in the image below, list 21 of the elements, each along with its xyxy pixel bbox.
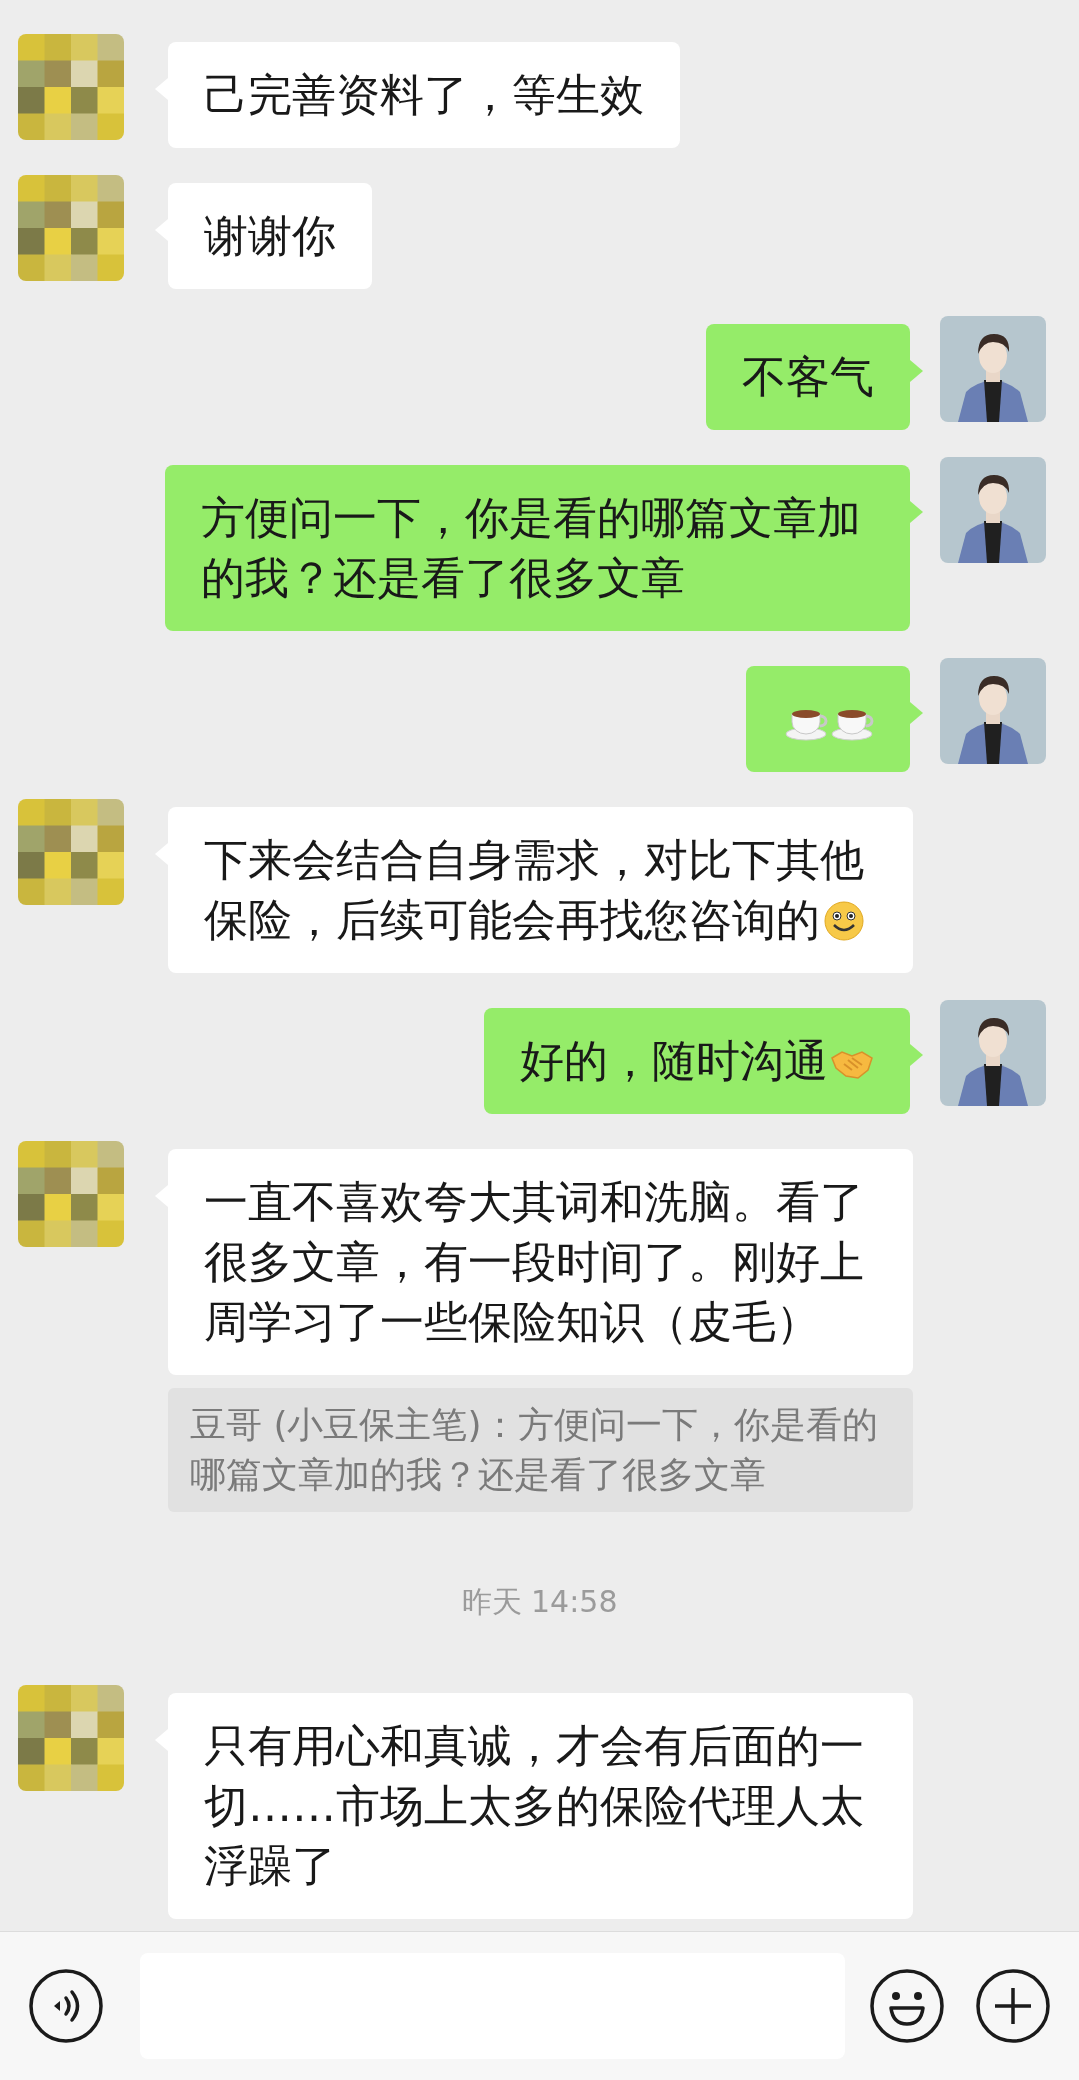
bubble-tail bbox=[910, 501, 923, 523]
message-bubble: 一直不喜欢夸大其词和洗脑。看了很多文章，有一段时间了。刚好上周学习了一些保险知识（皮毛） bbox=[168, 1149, 913, 1375]
message-bubble: 只有用心和真诚，才会有后面的一切……市场上太多的保险代理人太浮躁了 bbox=[168, 1693, 913, 1919]
message-bubble: 己完善资料了，等生效 bbox=[168, 42, 680, 148]
emoji-icon[interactable] bbox=[869, 1968, 945, 2044]
avatar[interactable] bbox=[940, 316, 1046, 422]
quoted-message: 豆哥 (小豆保主笔)：方便问一下，你是看的哪篇文章加的我？还是看了很多文章 bbox=[168, 1388, 913, 1512]
message-bubble: 下来会结合自身需求，对比下其他保险，后续可能会再找您咨询的 bbox=[168, 807, 913, 973]
bubble-tail bbox=[910, 1044, 923, 1066]
message-bubble: 好的，随时沟通 bbox=[484, 1008, 910, 1114]
message-bubble: 不客气 bbox=[706, 324, 910, 430]
avatar[interactable] bbox=[940, 1000, 1046, 1106]
timestamp: 昨天 14:58 bbox=[461, 1583, 618, 1621]
bubble-tail bbox=[910, 360, 923, 382]
message-bubble: 谢谢你 bbox=[168, 183, 372, 289]
avatar[interactable] bbox=[940, 457, 1046, 563]
voice-icon[interactable] bbox=[28, 1968, 104, 2044]
message-bubble: 方便问一下，你是看的哪篇文章加的我？还是看了很多文章 bbox=[165, 465, 910, 631]
add-icon[interactable] bbox=[975, 1968, 1051, 2044]
avatar[interactable] bbox=[940, 658, 1046, 764]
smiley-icon bbox=[822, 899, 866, 943]
